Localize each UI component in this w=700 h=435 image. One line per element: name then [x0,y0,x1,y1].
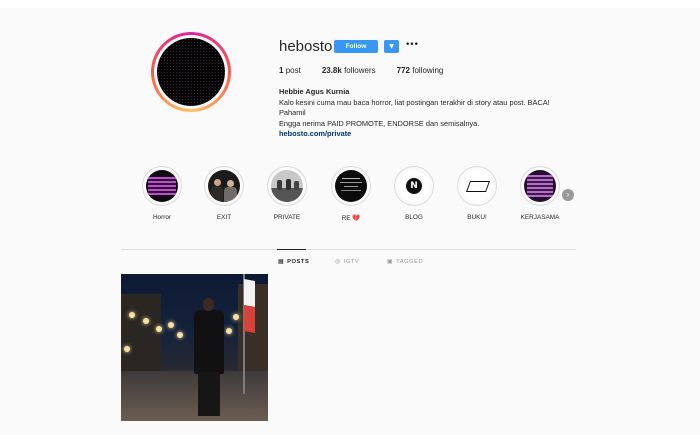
highlight-cover [146,170,178,202]
suggested-dropdown-button[interactable]: ▼ [384,40,399,53]
avatar-image [157,38,225,106]
top-strip [0,0,700,8]
chevron-right-icon[interactable]: › [562,189,574,201]
bio-line: Engga nerima PAID PROMOTE, ENDORSE dan s… [279,118,480,128]
active-tab-indicator [277,249,306,250]
highlight-label: PRIVATE [273,214,301,221]
tagged-icon: ▣ [387,258,394,265]
chevron-down-icon: ▼ [389,43,394,50]
highlight-label: BUKU! [467,214,487,221]
username: hebosto [279,38,333,55]
highlight-horror[interactable]: Horror [137,166,187,221]
highlight-cover [461,170,493,202]
highlight-label: BLOG [405,214,423,221]
follow-button[interactable]: Follow [334,40,378,53]
tab-igtv[interactable]: ◎ IGTV [335,258,359,265]
highlight-kerjasama[interactable]: KERJASAMA [515,166,565,221]
post-thumbnail[interactable] [121,274,268,421]
story-highlights: Horror EXIT PRIVATE RE 💔 N BLOG BUKU! KE… [137,166,577,226]
highlight-buku[interactable]: BUKU! [452,166,502,221]
book-icon [465,181,491,192]
highlight-cover [208,170,240,202]
blog-logo-icon: N [406,178,422,194]
full-name: Hebbie Agus Kurnia [279,87,350,96]
highlight-label: RE 💔 [341,215,361,222]
bio-line: Kalo kesini cuma mau baca horror, liat p… [279,97,550,107]
profile-avatar[interactable] [151,32,231,112]
highlight-blog[interactable]: N BLOG [389,166,439,221]
grid-icon: ▦ [278,258,285,265]
highlight-label: Horror [152,214,172,221]
profile-bio: Hebbie Agus Kurnia Kalo kesini cuma mau … [279,87,579,140]
highlight-cover [335,170,367,202]
highlight-cover [524,170,556,202]
posts-count: 1 post [279,66,301,75]
following-count[interactable]: 772 following [397,66,444,75]
more-options-button[interactable]: ••• [405,40,419,50]
highlight-exit[interactable]: EXIT [199,166,249,221]
bio-line: Pahamil [279,108,306,118]
highlight-private[interactable]: PRIVATE [262,166,312,221]
followers-count[interactable]: 23.8k followers [322,66,376,75]
highlight-cover [271,170,303,202]
more-options-icon: ••• [405,40,419,50]
highlight-label: KERJASAMA [520,214,560,221]
website-link[interactable]: hebosto.com/private [279,129,579,140]
igtv-icon: ◎ [335,258,341,265]
tab-tagged[interactable]: ▣ TAGGED [387,258,423,265]
highlight-cover: N [398,170,430,202]
highlight-label: EXIT [216,214,232,221]
tab-posts[interactable]: ▦ POSTS [278,258,309,265]
highlight-re[interactable]: RE 💔 [326,166,376,222]
tabs-divider [121,249,576,250]
profile-stats: 1 post 23.8k followers 772 following [279,66,464,75]
